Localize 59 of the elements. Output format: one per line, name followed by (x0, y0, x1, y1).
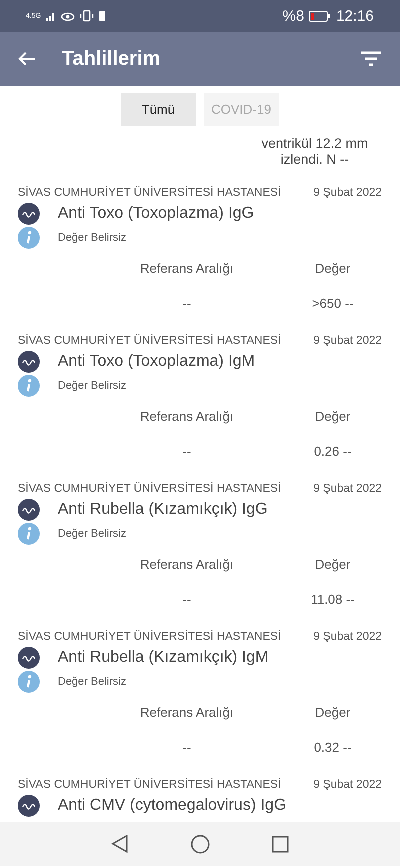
back-icon[interactable] (111, 835, 129, 853)
vibrate-icon (80, 10, 94, 22)
eye-icon (61, 10, 76, 22)
result-value: 0.26 -- (313, 444, 353, 459)
test-name[interactable]: Anti Rubella (Kızamıkçık) IgM (58, 649, 269, 667)
column-header: Referans Aralığı (139, 557, 235, 572)
result-date: 9 Şubat 2022 (314, 335, 382, 347)
info-icon (18, 227, 40, 249)
column-header: Referans Aralığı (139, 705, 235, 720)
page-title: Tahlillerim (62, 48, 162, 70)
filter-tab[interactable]: Tümü (121, 93, 196, 126)
hospital-name: SİVAS CUMHURİYET ÜNİVERSİTESİ HASTANESİ (18, 483, 282, 495)
result-date: 9 Şubat 2022 (314, 631, 382, 643)
hospital-name: SİVAS CUMHURİYET ÜNİVERSİTESİ HASTANESİ (18, 631, 282, 643)
column-header: Değer (314, 705, 352, 720)
result-value: 0.32 -- (313, 740, 353, 755)
test-name[interactable]: Anti Toxo (Toxoplazma) IgG (58, 205, 254, 223)
recents-icon[interactable] (272, 836, 289, 852)
column-header: Değer (314, 409, 352, 424)
result-date: 9 Şubat 2022 (314, 187, 382, 199)
reference-value: -- (182, 444, 192, 459)
test-name[interactable]: Anti Toxo (Toxoplazma) IgM (58, 353, 256, 371)
hospital-name: SİVAS CUMHURİYET ÜNİVERSİTESİ HASTANESİ (18, 335, 282, 347)
result-value: >650 -- (311, 296, 355, 311)
battery-icon (99, 10, 106, 22)
reference-value: -- (182, 740, 192, 755)
clock: 12:16 (336, 8, 374, 24)
signal-icon (46, 12, 56, 20)
column-header: Referans Aralığı (139, 261, 235, 276)
wave-icon (18, 647, 40, 669)
reference-value: -- (182, 592, 192, 607)
filter-icon[interactable] (360, 50, 382, 68)
status-text: Değer Belirsiz (58, 528, 126, 540)
result-date: 9 Şubat 2022 (314, 779, 382, 791)
battery-icon (309, 10, 332, 22)
wave-icon (18, 499, 40, 521)
note-text: izlendi. N -- (280, 152, 350, 168)
hospital-name: SİVAS CUMHURİYET ÜNİVERSİTESİ HASTANESİ (18, 779, 282, 791)
test-name[interactable]: Anti Rubella (Kızamıkçık) IgG (58, 501, 268, 519)
status-text: Değer Belirsiz (58, 676, 126, 688)
hospital-name: SİVAS CUMHURİYET ÜNİVERSİTESİ HASTANESİ (18, 187, 282, 199)
result-date: 9 Şubat 2022 (314, 483, 382, 495)
home-icon[interactable] (191, 834, 210, 854)
status-text: Değer Belirsiz (58, 232, 126, 244)
wave-icon (18, 203, 40, 225)
wave-icon (18, 351, 40, 373)
result-value: 11.08 -- (310, 592, 356, 607)
column-header: Değer (314, 557, 352, 572)
wave-icon (18, 795, 40, 817)
test-name[interactable]: Anti CMV (cytomegalovirus) IgG (58, 797, 287, 815)
column-header: Değer (314, 261, 352, 276)
reference-value: -- (182, 296, 192, 311)
column-header: Referans Aralığı (139, 409, 235, 424)
battery-label: %8 (282, 8, 304, 24)
info-icon (18, 375, 40, 397)
info-icon (18, 523, 40, 545)
info-icon (18, 671, 40, 693)
status-text: Değer Belirsiz (58, 380, 126, 392)
note-text: ventrikül 12.2 mm (260, 136, 370, 152)
